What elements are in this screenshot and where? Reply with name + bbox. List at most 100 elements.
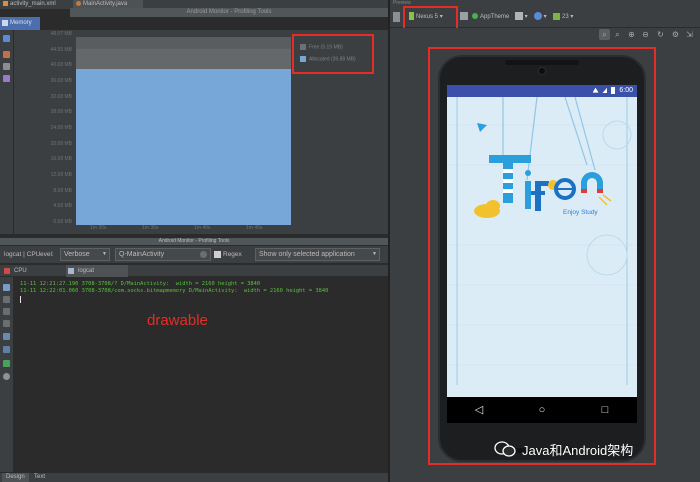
cpu-icon [4,268,10,274]
allocated-swatch [300,56,306,62]
y-tick-label: 32.08 MB [50,93,72,100]
legend-highlight: Free (5.19 MB) Allocated (39.88 MB) [292,34,374,74]
legend-free: Free (5.19 MB) [300,44,343,50]
y-tick-label: 28.08 MB [50,109,72,116]
down-arrow-icon[interactable] [3,320,10,327]
log-filter-input[interactable]: Q-MainActivity [115,248,211,261]
settings-gear-icon[interactable] [3,373,10,380]
scroll-end-icon[interactable] [3,296,10,303]
preview-expand-icon[interactable]: ⇲ [684,29,695,40]
soft-wrap-icon[interactable] [3,333,10,340]
zoom-fit-icon[interactable]: ⌕ [599,29,610,40]
activity-icon [515,12,523,21]
top-speaker [505,60,579,65]
y-tick-label: 36.08 MB [50,78,72,84]
allocated-area [76,69,291,225]
legend-allocated: Allocated (39.88 MB) [300,56,356,62]
wechat-icon [494,441,516,457]
y-tick-label: 12.08 MB [50,172,72,178]
log-level-select[interactable]: Verbose ▼ [60,248,110,261]
logcat-monitor-title: Android Monitor - Profiling Tools [0,238,388,245]
y-tick-label: 44.55 MB [50,46,72,53]
clear-filter-icon[interactable] [200,251,207,258]
y-tick-label: 40.08 MB [50,62,72,69]
tab-logcat[interactable]: logcat [66,265,128,277]
y-tick-label: 48.07 MB [50,31,72,37]
letter-t [489,155,531,163]
zoom-toolbar [390,28,700,42]
app-screen [447,85,637,423]
back-icon[interactable]: ◁ [472,403,486,417]
status-bar: 6:00 [447,85,637,97]
signal-icon [602,87,608,94]
x-tick-label: 1m 45s [246,225,263,231]
screenshot-icon[interactable] [3,346,10,353]
phone-icon [409,12,414,21]
xml-file-icon [3,0,8,6]
orientation-select[interactable] [460,12,468,22]
recents-icon[interactable]: □ [598,403,612,417]
rotate-icon [460,12,468,21]
x-tick-label: 1m 35s [142,225,159,231]
memory-icon [2,20,8,26]
memory-chart [76,48,291,225]
chevron-down-icon: ▾ [524,14,528,20]
editor-tab-activity-main[interactable]: activity_main.xml [0,0,70,9]
theme-select[interactable]: AppTheme [472,12,509,22]
y-tick-label: 8.08 MB [53,187,72,194]
letter-i [525,181,531,209]
logcat-cpu-label: logcat | CPU [4,251,41,258]
tab-text[interactable]: Text [30,473,49,482]
android-icon [553,12,560,20]
log-level-label: evel: [40,251,54,258]
filter-mode-select[interactable]: Show only selected application ▼ [255,248,380,261]
design-mode-icon[interactable] [393,12,400,22]
up-arrow-icon[interactable] [3,308,10,315]
app-illustration [447,96,637,385]
drawable-annotation: drawable [147,312,208,329]
zoom-actual-icon[interactable]: ⌕ [612,29,623,40]
memory-monitor-title: Android Monitor - Profiling Tools [70,8,388,17]
chevron-down-icon: ▼ [102,251,107,257]
globe-icon [534,12,542,21]
y-tick-label: 16.08 MB [50,156,72,163]
y-tick-label: 24.08 MB [50,125,72,131]
allocation-tracking-icon[interactable] [3,75,10,82]
activity-select[interactable]: ▾ [515,12,528,22]
logcat-icon [68,268,74,274]
free-area [76,48,291,70]
logcat-output[interactable] [14,277,388,472]
theme-icon [472,13,478,20]
dump-heap-icon[interactable] [3,63,10,70]
log-line: 11-11 12:21:27.190 3708-3708/? D/MainAct… [20,281,261,287]
regex-checkbox[interactable]: Regex [214,246,242,264]
preview-settings-icon[interactable]: ⚙ [670,29,681,40]
home-icon[interactable]: ○ [535,403,549,417]
device-select[interactable]: Nexus 5 ▾ [409,12,443,22]
chevron-down-icon: ▾ [570,14,574,20]
pause-icon[interactable] [3,35,10,42]
text-caret [20,296,21,303]
free-swatch [300,44,306,50]
x-tick-label: 1m 40s [194,225,211,231]
memory-tab[interactable]: Memory [0,17,40,30]
refresh-icon[interactable]: ↻ [655,29,666,40]
clear-log-icon[interactable] [3,284,10,291]
zoom-out-icon[interactable]: ⊖ [640,29,651,40]
front-camera [538,67,546,75]
memory-plot-area [76,37,291,225]
chevron-down-icon: ▾ [439,14,443,20]
triangle-shape [477,123,487,132]
restart-icon[interactable] [3,360,10,367]
tab-design[interactable]: Design [2,473,29,482]
zoom-in-icon[interactable]: ⊕ [626,29,637,40]
log-line: 11-11 12:22:01.060 3708-3708/com.socks.b… [20,288,329,294]
editor-bottom-tabs [0,472,388,482]
locale-select[interactable]: ▾ [534,12,547,22]
gc-icon[interactable] [3,51,10,58]
app-tagline: Enjoy Study [563,209,598,216]
tab-cpu[interactable]: CPU [2,265,62,277]
api-level-select[interactable]: 23 ▾ [553,12,573,22]
y-tick-label: 0.08 MB [53,219,72,225]
x-tick-label: 1m 30s [90,225,107,231]
